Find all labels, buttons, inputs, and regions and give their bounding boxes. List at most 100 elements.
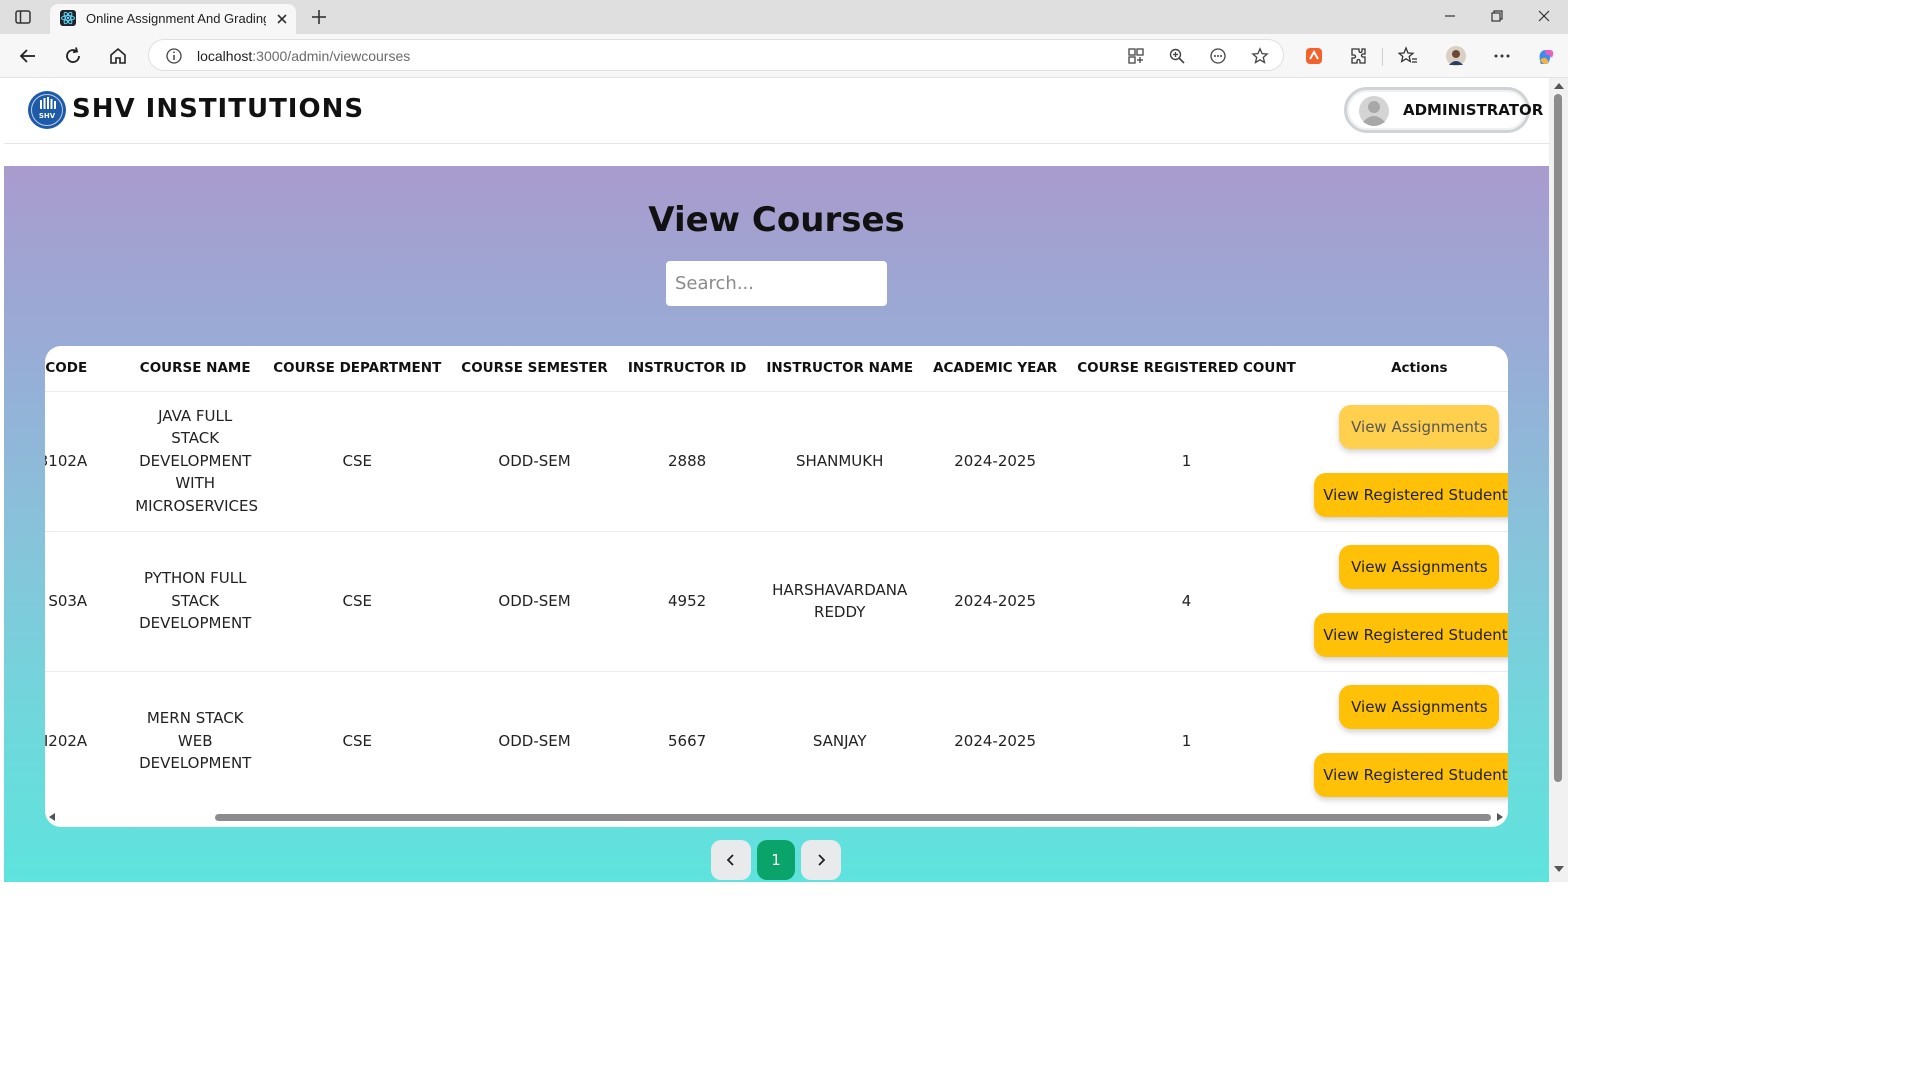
url-host: localhost: [197, 48, 253, 64]
column-header-instructor-name: INSTRUCTOR NAME: [756, 346, 924, 392]
table-horizontal-scrollbar[interactable]: [45, 810, 1508, 824]
tab-actions-icon[interactable]: [14, 8, 32, 26]
view-assignments-button[interactable]: View Assignments: [1339, 685, 1500, 729]
cell-course-code: S03A: [45, 531, 128, 672]
close-window-icon[interactable]: [1536, 8, 1552, 24]
refresh-icon[interactable]: [63, 46, 83, 66]
zoom-icon[interactable]: [1168, 47, 1186, 65]
cell-course-name: MERN STACK WEB DEVELOPMENT: [127, 671, 264, 808]
browser-tab-active[interactable]: Online Assignment And Grading S: [50, 4, 296, 34]
admin-profile-button[interactable]: ADMINISTRATOR: [1344, 87, 1543, 133]
instructor-name-text: SHANMUKH: [796, 451, 884, 470]
scroll-up-arrow-icon[interactable]: [1554, 83, 1564, 89]
favorites-icon[interactable]: [1398, 46, 1418, 66]
new-tab-icon[interactable]: [310, 8, 328, 26]
cell-actions: View Assignments View Registered Student…: [1305, 671, 1508, 808]
main-content: View Courses COURSE CODE COURSE NAME COU…: [4, 166, 1549, 882]
cell-course-semester: ODD-SEM: [451, 391, 618, 532]
copilot-icon[interactable]: [1536, 46, 1556, 66]
cell-actions: View Assignments View Registered Student…: [1305, 531, 1508, 672]
extension-orange-icon[interactable]: [1304, 46, 1324, 66]
column-header-registered-count: COURSE REGISTERED COUNT: [1067, 346, 1306, 392]
site-info-icon[interactable]: [165, 47, 183, 65]
cell-instructor-name: SANJAY: [756, 671, 924, 808]
instructor-name-text: HARSHAVARDANA REDDY: [772, 580, 908, 622]
react-favicon-icon: [60, 10, 76, 26]
view-assignments-button[interactable]: View Assignments: [1339, 545, 1500, 589]
view-registered-students-button[interactable]: View Registered Students: [1313, 473, 1508, 517]
tab-title: Online Assignment And Grading S: [86, 11, 266, 26]
institution-logo[interactable]: SHV: [27, 90, 67, 130]
user-avatar-icon: [1359, 96, 1389, 126]
pagination-page-1[interactable]: 1: [757, 840, 795, 880]
admin-label: ADMINISTRATOR: [1403, 101, 1544, 119]
cell-course-name: JAVA FULL STACK DEVELOPMENT WITH MICROSE…: [127, 391, 264, 532]
url-path: :3000/admin/viewcourses: [252, 48, 411, 64]
courses-table: COURSE CODE COURSE NAME COURSE DEPARTMEN…: [45, 346, 1508, 808]
restore-icon[interactable]: [1489, 8, 1505, 24]
column-header-course-code: COURSE CODE: [45, 346, 128, 392]
view-registered-students-button[interactable]: View Registered Students: [1313, 613, 1508, 657]
courses-table-scroll[interactable]: COURSE CODE COURSE NAME COURSE DEPARTMEN…: [45, 346, 1508, 808]
course-name-text: JAVA FULL STACK DEVELOPMENT WITH MICROSE…: [135, 406, 259, 515]
courses-table-card: COURSE CODE COURSE NAME COURSE DEPARTMEN…: [45, 346, 1508, 827]
scroll-right-arrow-icon[interactable]: [1497, 813, 1503, 821]
cell-course-name: PYTHON FULL STACK DEVELOPMENT: [127, 531, 264, 672]
cell-course-semester: ODD-SEM: [451, 671, 618, 808]
cell-actions: View Assignments View Registered Student…: [1305, 391, 1508, 532]
extensions-icon[interactable]: [1349, 46, 1369, 66]
favorite-star-icon[interactable]: [1251, 47, 1269, 65]
view-assignments-button[interactable]: View Assignments: [1339, 405, 1500, 449]
scroll-down-arrow-icon[interactable]: [1554, 866, 1564, 872]
read-aloud-icon[interactable]: [1209, 47, 1227, 65]
cell-course-department: CSE: [263, 531, 452, 672]
chevron-right-icon: [818, 854, 826, 866]
course-name-text: PYTHON FULL STACK DEVELOPMENT: [139, 569, 252, 633]
home-icon[interactable]: [108, 46, 128, 66]
close-tab-icon[interactable]: [274, 11, 290, 27]
url-text[interactable]: localhost:3000/admin/viewcourses: [197, 48, 410, 64]
search-input[interactable]: [666, 261, 887, 306]
page-viewport: SHV SHV INSTITUTIONS ADMINISTRATOR View …: [4, 78, 1549, 882]
column-header-instructor-id: INSTRUCTOR ID: [617, 346, 757, 392]
pagination-next-button[interactable]: [801, 840, 841, 880]
minimize-icon[interactable]: [1442, 8, 1458, 24]
app-header: SHV SHV INSTITUTIONS ADMINISTRATOR: [4, 78, 1549, 144]
cell-course-department: CSE: [263, 391, 452, 532]
scroll-left-arrow-icon[interactable]: [49, 813, 55, 821]
table-header-row: COURSE CODE COURSE NAME COURSE DEPARTMEN…: [45, 346, 1508, 392]
vertical-scroll-thumb[interactable]: [1554, 94, 1562, 782]
table-row: I202A MERN STACK WEB DEVELOPMENT CSE ODD…: [45, 671, 1508, 808]
column-header-course-semester: COURSE SEMESTER: [451, 346, 618, 392]
chevron-left-icon: [726, 854, 734, 866]
table-row: 3102A JAVA FULL STACK DEVELOPMENT WITH M…: [45, 391, 1508, 532]
brand-name[interactable]: SHV INSTITUTIONS: [72, 94, 364, 124]
browser-tab-bar: Online Assignment And Grading S: [0, 0, 1568, 34]
back-icon[interactable]: [18, 46, 38, 66]
app-available-icon[interactable]: [1127, 47, 1145, 65]
table-row: S03A PYTHON FULL STACK DEVELOPMENT CSE O…: [45, 531, 1508, 672]
column-header-academic-year: ACADEMIC YEAR: [923, 346, 1068, 392]
cell-instructor-id: 4952: [617, 531, 757, 672]
more-options-icon[interactable]: [1492, 46, 1512, 66]
address-bar[interactable]: localhost:3000/admin/viewcourses: [148, 39, 1284, 71]
header-spacer: [4, 144, 1549, 166]
column-header-actions: Actions: [1305, 346, 1508, 392]
cell-academic-year: 2024-2025: [923, 391, 1068, 532]
cell-course-semester: ODD-SEM: [451, 531, 618, 672]
cell-registered-count: 1: [1067, 671, 1306, 808]
cell-registered-count: 1: [1067, 391, 1306, 532]
toolbar-separator: [1382, 48, 1383, 66]
horizontal-scroll-thumb[interactable]: [215, 814, 1491, 821]
cell-registered-count: 4: [1067, 531, 1306, 672]
profile-avatar-icon[interactable]: [1446, 46, 1466, 66]
instructor-name-text: SANJAY: [812, 731, 867, 750]
cell-academic-year: 2024-2025: [923, 671, 1068, 808]
view-registered-students-button[interactable]: View Registered Students: [1313, 753, 1508, 797]
page-vertical-scrollbar[interactable]: [1549, 78, 1568, 882]
cell-instructor-name: HARSHAVARDANA REDDY: [756, 531, 924, 672]
column-header-course-department: COURSE DEPARTMENT: [263, 346, 452, 392]
pagination-prev-button[interactable]: [711, 840, 751, 880]
cell-course-code: I202A: [45, 671, 128, 808]
cell-instructor-id: 2888: [617, 391, 757, 532]
